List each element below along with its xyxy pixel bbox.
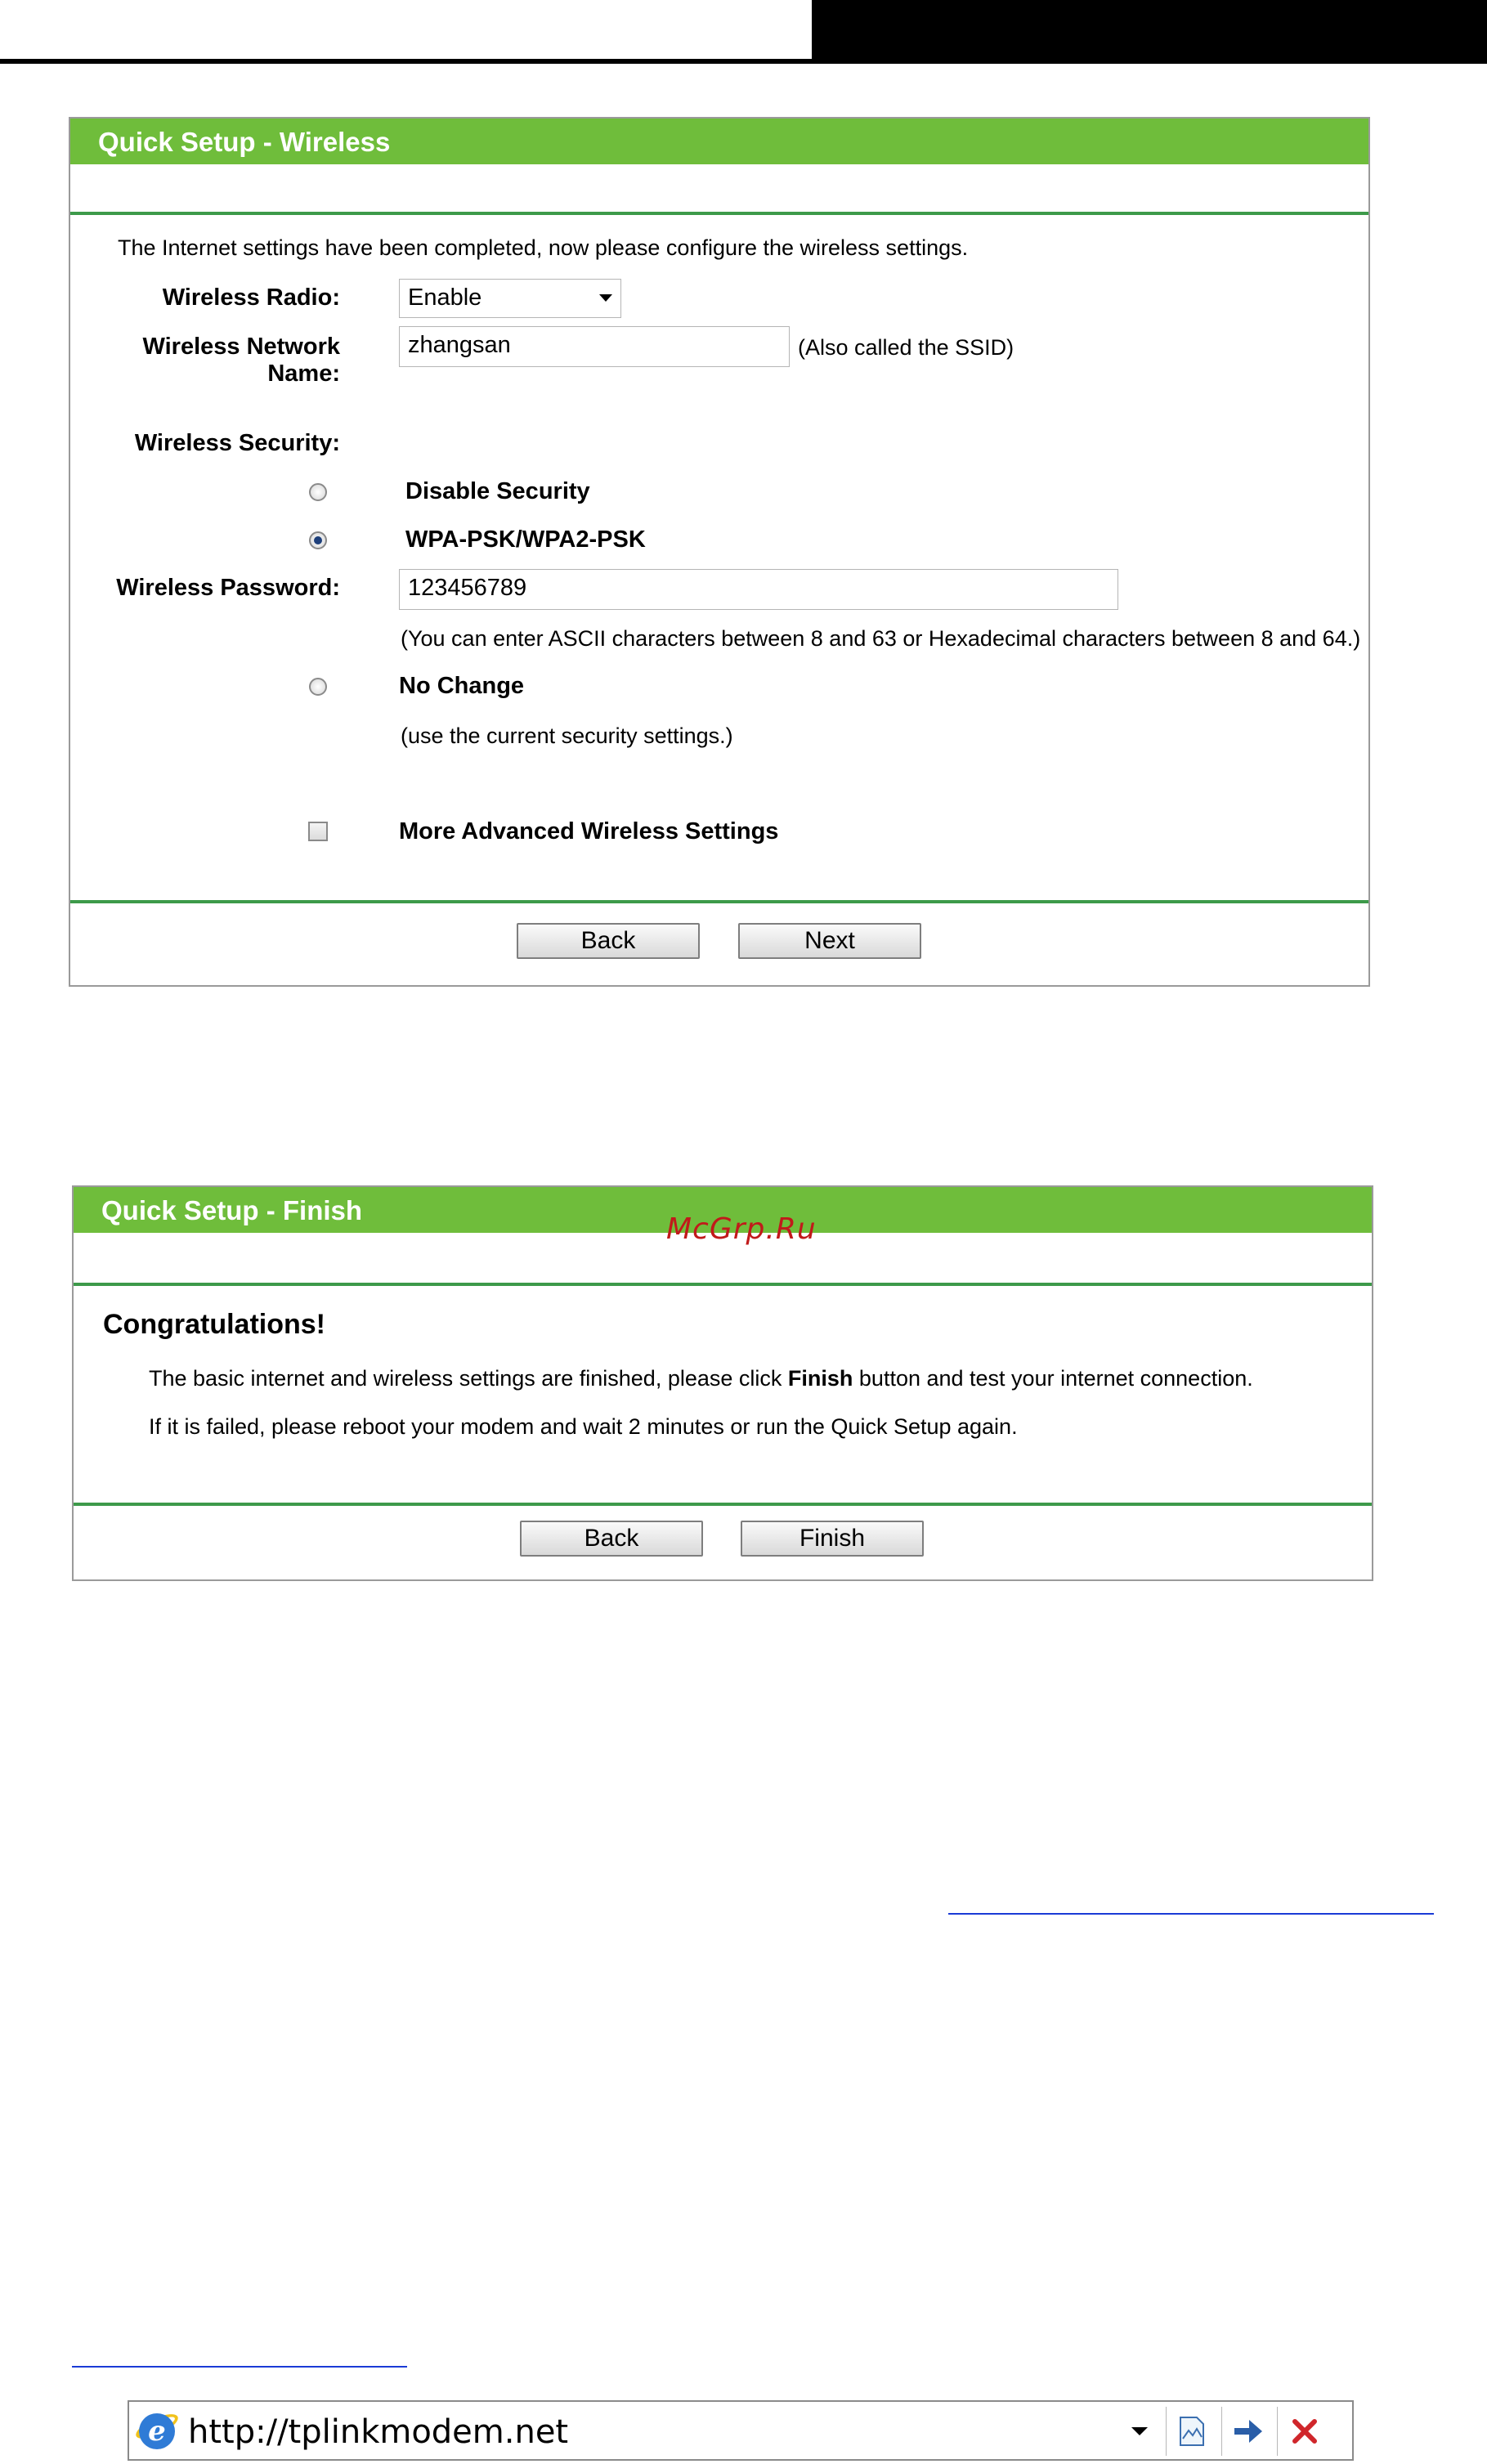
divider [74, 1503, 1372, 1506]
divider [70, 212, 1368, 215]
advanced-settings-label: More Advanced Wireless Settings [399, 818, 779, 844]
ssid-note: (Also called the SSID) [798, 335, 1014, 360]
next-button[interactable]: Next [738, 923, 921, 959]
congratulations-heading: Congratulations! [103, 1309, 325, 1340]
separator [1277, 2407, 1278, 2456]
address-bar[interactable]: e http://tplinkmodem.net [128, 2400, 1354, 2461]
wireless-panel-title: Quick Setup - Wireless [98, 127, 391, 157]
password-note: (You can enter ASCII characters between … [401, 626, 1361, 651]
wireless-radio-label: Wireless Radio: [162, 284, 340, 311]
finish-message-line2: If it is failed, please reboot your mode… [149, 1414, 1018, 1439]
finish-message-prefix: The basic internet and wireless settings… [149, 1366, 788, 1391]
finish-button[interactable]: Finish [741, 1521, 924, 1557]
wireless-radio-value: Enable [408, 284, 482, 311]
finish-panel-title: Quick Setup - Finish [101, 1195, 363, 1225]
separator [1166, 2407, 1167, 2456]
finish-message-bold: Finish [787, 1366, 853, 1391]
disable-security-radio[interactable] [309, 483, 327, 501]
wpa-psk-label: WPA-PSK/WPA2-PSK [405, 526, 646, 553]
no-change-note: (use the current security settings.) [401, 724, 733, 748]
wireless-panel: Quick Setup - Wireless The Internet sett… [69, 117, 1370, 987]
intro-text: The Internet settings have been complete… [118, 235, 969, 260]
chevron-down-icon [599, 294, 612, 302]
wireless-security-label: Wireless Security: [134, 430, 340, 456]
link-underline[interactable] [948, 1913, 1434, 1915]
wpa-psk-radio[interactable] [309, 531, 327, 549]
watermark: McGrp.Ru [666, 1212, 817, 1246]
advanced-settings-checkbox[interactable] [308, 822, 328, 841]
wireless-password-label: Wireless Password: [116, 575, 340, 601]
header-rule [0, 59, 812, 64]
no-change-label: No Change [399, 673, 525, 699]
ssid-label: Wireless Network Name: [142, 334, 340, 387]
compatibility-view-icon[interactable] [1169, 2410, 1215, 2453]
separator [1221, 2407, 1222, 2456]
link-underline[interactable] [72, 2366, 407, 2368]
address-url[interactable]: http://tplinkmodem.net [188, 2413, 568, 2451]
divider [74, 1283, 1372, 1286]
dropdown-arrow-icon[interactable] [1117, 2410, 1162, 2453]
stop-icon[interactable] [1282, 2410, 1328, 2453]
wireless-radio-select[interactable]: Enable [399, 279, 621, 318]
header-bar [812, 0, 1487, 64]
divider [70, 900, 1368, 903]
disable-security-label: Disable Security [405, 478, 590, 504]
ie-icon-letter: e [139, 2413, 175, 2449]
ssid-input[interactable]: zhangsan [399, 326, 790, 367]
go-arrow-icon[interactable] [1225, 2410, 1270, 2453]
wireless-panel-header: Quick Setup - Wireless [70, 119, 1368, 164]
finish-message-line1: The basic internet and wireless settings… [149, 1366, 1253, 1391]
back-button[interactable]: Back [520, 1521, 703, 1557]
finish-message-suffix: button and test your internet connection… [853, 1366, 1253, 1391]
no-change-radio[interactable] [309, 678, 327, 696]
back-button[interactable]: Back [517, 923, 700, 959]
wireless-password-input[interactable]: 123456789 [399, 569, 1118, 610]
